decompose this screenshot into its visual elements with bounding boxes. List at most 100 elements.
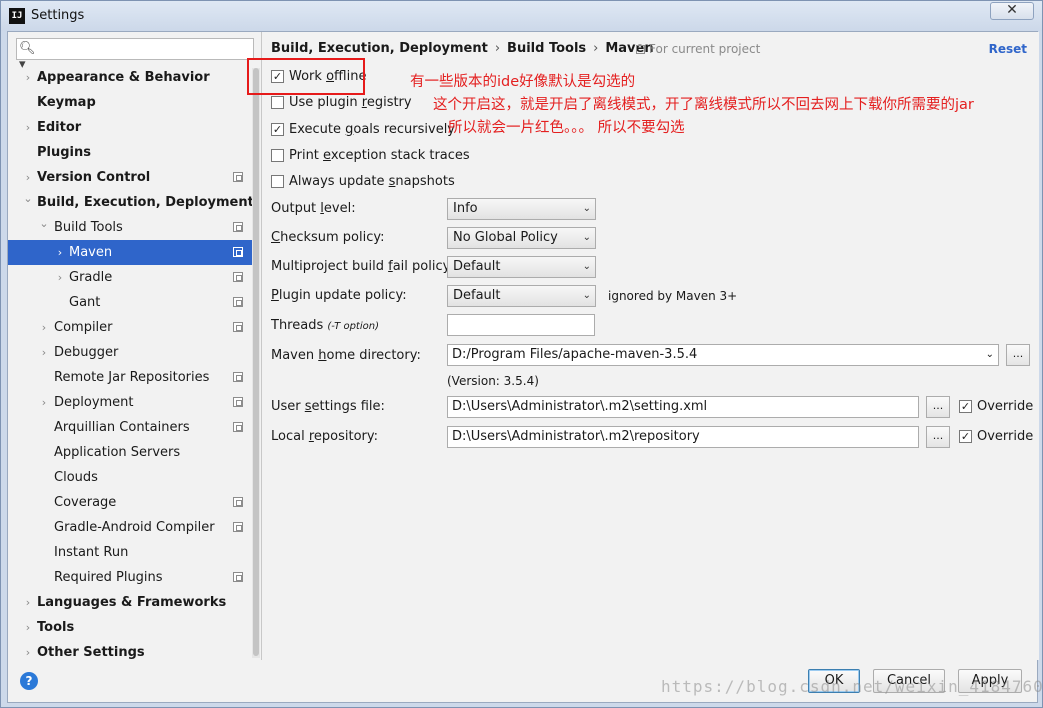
project-scope-icon <box>233 272 243 282</box>
chevron-down-icon[interactable]: ⌄ <box>38 211 50 236</box>
tree-item-gradle[interactable]: › Gradle <box>8 265 252 290</box>
label-part: lugin update policy: <box>278 288 407 303</box>
tree-item-arquillian-containers[interactable]: Arquillian Containers <box>8 415 252 440</box>
checkbox-box[interactable]: ✓ <box>959 430 972 443</box>
tree-item-label: Languages & Frameworks <box>37 595 227 610</box>
maven-home-label: Maven home directory: <box>271 346 421 366</box>
for-current-project-note: For current project <box>636 42 760 56</box>
chevron-right-icon[interactable]: › <box>22 615 34 640</box>
tree-item-build-tools[interactable]: ⌄ Build Tools <box>8 215 252 240</box>
tree-item-debugger[interactable]: › Debugger <box>8 340 252 365</box>
label-part: User <box>271 399 305 414</box>
tree-item-label: Application Servers <box>54 445 181 460</box>
tree-item-gant[interactable]: Gant <box>8 290 252 315</box>
checkbox-box[interactable]: ✓ <box>959 400 972 413</box>
tree-item-label: Coverage <box>54 495 117 510</box>
tree-item-label: Build Tools <box>54 220 123 235</box>
tree-item-required-plugins[interactable]: Required Plugins <box>8 565 252 590</box>
breadcrumb-separator: › <box>494 41 501 56</box>
label-part: evel: <box>323 201 356 216</box>
chevron-down-icon[interactable]: ⌄ <box>986 345 994 365</box>
project-scope-icon <box>233 572 243 582</box>
maven-home-combo[interactable]: D:/Program Files/apache-maven-3.5.4 ⌄ <box>447 344 999 366</box>
output-level-select[interactable]: Info ⌄ <box>447 198 596 220</box>
label-part: epository: <box>313 429 379 444</box>
label-part: ail policy: <box>392 259 454 274</box>
label-part: oals recursively <box>353 122 455 137</box>
checkbox-box[interactable]: ✓ <box>271 123 284 136</box>
search-icon[interactable]: 🔍︎▾ <box>19 41 41 72</box>
tree-item-label: Instant Run <box>54 545 129 560</box>
chevron-right-icon[interactable]: › <box>22 65 34 90</box>
local-repository-input[interactable]: D:\Users\Administrator\.m2\repository <box>447 426 919 448</box>
plugin-update-note: ignored by Maven 3+ <box>608 289 738 303</box>
checksum-policy-select[interactable]: No Global Policy ⌄ <box>447 227 596 249</box>
label-part: Multiproject build <box>271 259 389 274</box>
tree-item-languages-frameworks[interactable]: › Languages & Frameworks <box>8 590 252 615</box>
chevron-right-icon[interactable]: › <box>54 240 66 265</box>
settings-tree-panel: 🔍︎▾ › Appearance & Behavior Keymap › Editor P… <box>8 32 261 660</box>
tree-item-compiler[interactable]: › Compiler <box>8 315 252 340</box>
annotation-line-2: 这个开启这，就是开启了离线模式，开了离线模式所以不回去网上下载你所需要的jar <box>433 97 974 113</box>
label-part: xception stack traces <box>330 148 470 163</box>
tree-item-label: Keymap <box>37 95 96 110</box>
threads-input[interactable] <box>447 314 595 336</box>
tree-item-plugins[interactable]: Plugins <box>8 140 252 165</box>
tree-item-remote-jar-repositories[interactable]: Remote Jar Repositories <box>8 365 252 390</box>
user-settings-browse-button[interactable]: ... <box>926 396 950 418</box>
help-button[interactable]: ? <box>20 672 38 690</box>
tree-item-application-servers[interactable]: Application Servers <box>8 440 252 465</box>
checkbox-box[interactable] <box>271 149 284 162</box>
scrollbar-thumb[interactable] <box>253 68 259 656</box>
chevron-down-icon: ⌄ <box>582 203 591 214</box>
checkbox-box[interactable] <box>271 96 284 109</box>
label-part: Local <box>271 429 309 444</box>
chevron-right-icon[interactable]: › <box>38 340 50 365</box>
tree-item-label: Maven <box>69 245 113 260</box>
chevron-down-icon: ⌄ <box>582 290 591 301</box>
annotation-line-1: 有一些版本的ide好像默认是勾选的 <box>410 74 636 90</box>
checkbox-box[interactable] <box>271 175 284 188</box>
multiproject-fail-policy-select[interactable]: Default ⌄ <box>447 256 596 278</box>
tree-item-deployment[interactable]: › Deployment <box>8 390 252 415</box>
chevron-right-icon[interactable]: › <box>22 590 34 615</box>
maven-version-note: (Version: 3.5.4) <box>447 374 539 388</box>
tree-item-keymap[interactable]: Keymap <box>8 90 252 115</box>
search-input[interactable]: 🔍︎▾ <box>16 38 254 72</box>
maven-home-browse-button[interactable]: ... <box>1006 344 1030 366</box>
project-scope-icon <box>233 397 243 407</box>
chevron-right-icon[interactable]: › <box>22 115 34 140</box>
tree-item-label: Plugins <box>37 145 91 160</box>
tree-item-clouds[interactable]: Clouds <box>8 465 252 490</box>
plugin-update-policy-label: Plugin update policy: <box>271 286 407 306</box>
label-part: hecksum policy: <box>280 230 385 245</box>
reset-link[interactable]: Reset <box>989 42 1027 56</box>
mnemonic: h <box>318 348 327 363</box>
chevron-right-icon[interactable]: › <box>38 390 50 415</box>
plugin-update-policy-select[interactable]: Default ⌄ <box>447 285 596 307</box>
tree-item-gradle-android-compiler[interactable]: Gradle-Android Compiler <box>8 515 252 540</box>
tree-item-maven[interactable]: › Maven <box>8 240 252 265</box>
maven-home-value: D:/Program Files/apache-maven-3.5.4 <box>452 347 698 362</box>
chevron-down-icon[interactable]: ⌄ <box>22 186 34 211</box>
label-part: ettings file: <box>311 399 385 414</box>
chevron-right-icon[interactable]: › <box>54 265 66 290</box>
tree-item-tools[interactable]: › Tools <box>8 615 252 640</box>
multiproject-fail-policy-label: Multiproject build fail policy: <box>271 257 454 277</box>
tree-scrollbar[interactable] <box>252 68 260 658</box>
tree-item-instant-run[interactable]: Instant Run <box>8 540 252 565</box>
tree-item-appearance-behavior[interactable]: › Appearance & Behavior <box>8 65 252 90</box>
tree-item-coverage[interactable]: Coverage <box>8 490 252 515</box>
project-scope-icon <box>233 172 243 182</box>
user-settings-input[interactable]: D:\Users\Administrator\.m2\setting.xml <box>447 396 919 418</box>
tree-item-editor[interactable]: › Editor <box>8 115 252 140</box>
override-label: Override <box>977 399 1034 414</box>
tree-item-label: Appearance & Behavior <box>37 70 210 85</box>
tree-item-version-control[interactable]: › Version Control <box>8 165 252 190</box>
local-repository-browse-button[interactable]: ... <box>926 426 950 448</box>
breadcrumb: Build, Execution, Deployment › Build Tools… <box>271 41 654 59</box>
mnemonic: C <box>271 230 281 245</box>
chevron-right-icon[interactable]: › <box>38 315 50 340</box>
select-value: Info <box>453 201 478 216</box>
close-button[interactable]: ✕ <box>990 2 1034 20</box>
